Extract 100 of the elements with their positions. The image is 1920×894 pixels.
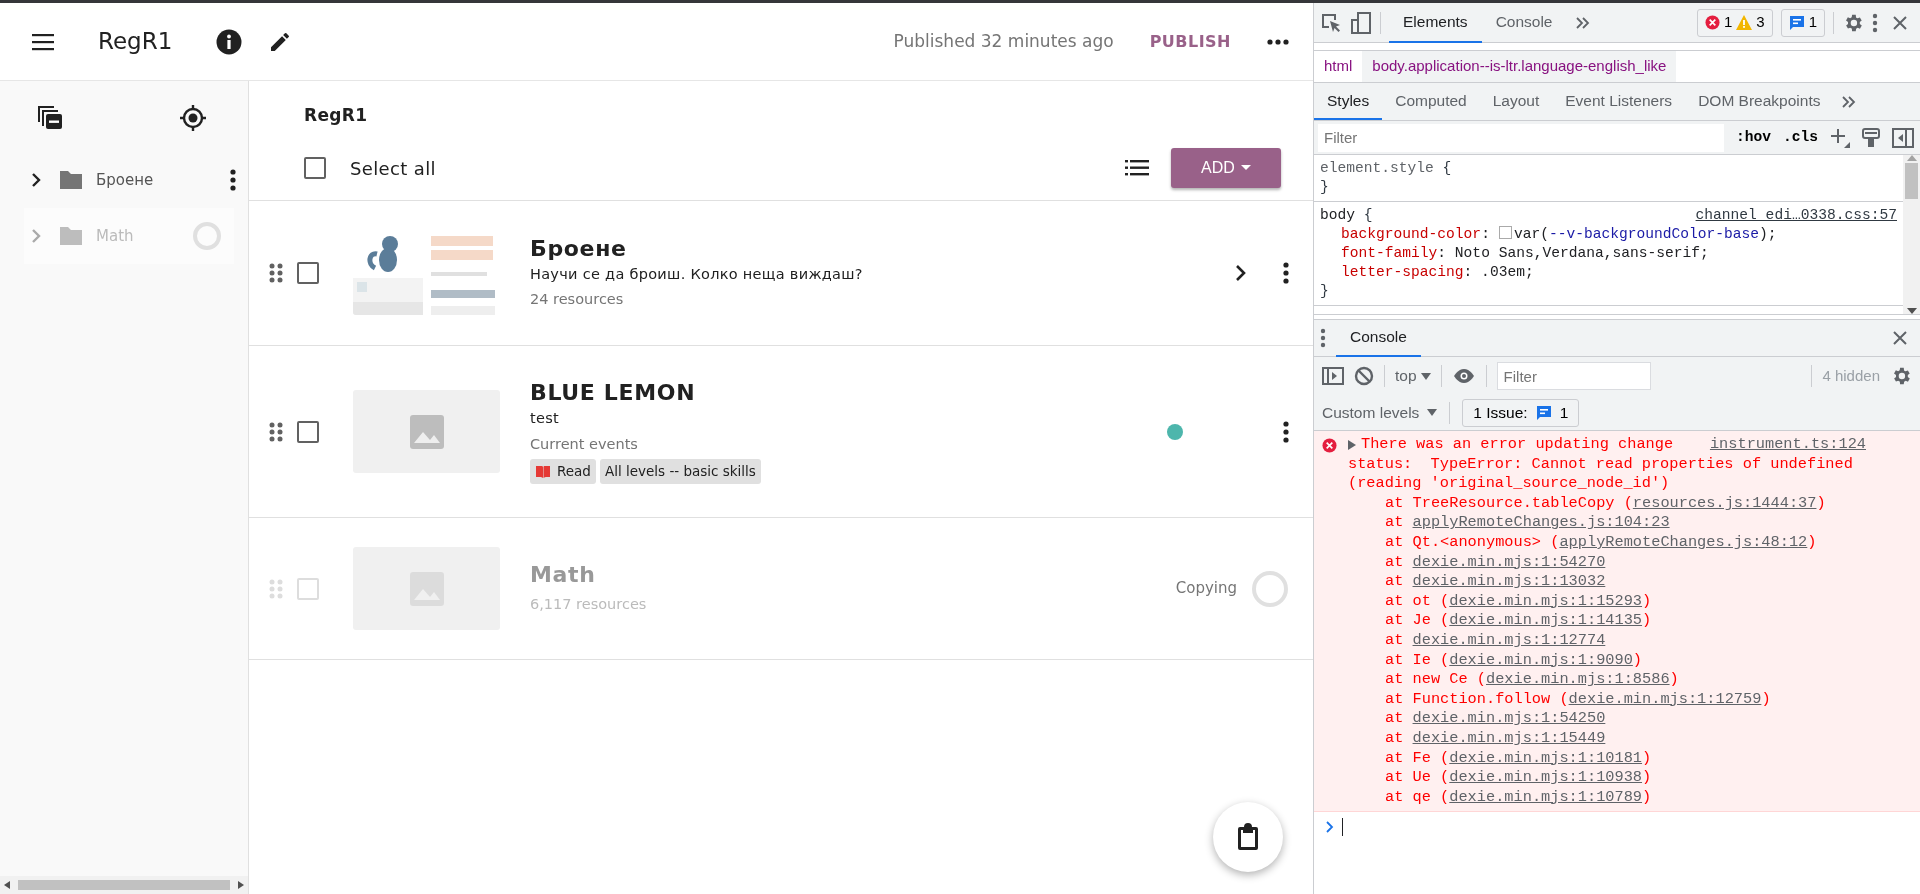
chevron-right-icon[interactable] [30, 172, 42, 188]
devtools-tab[interactable]: Elements [1389, 3, 1482, 43]
styles-tab[interactable]: Computed [1382, 83, 1480, 120]
source-link[interactable]: dexie.min.mjs:1:13032 [1412, 572, 1606, 591]
hover-state-toggle[interactable]: :hov [1735, 126, 1771, 149]
source-link[interactable]: dexie.min.mjs:1:10938 [1449, 768, 1643, 787]
clipboard-button[interactable] [1213, 802, 1283, 872]
select-all-checkbox[interactable] [304, 157, 326, 179]
source-link[interactable]: dexie.min.mjs:1:54270 [1412, 552, 1606, 571]
source-link[interactable]: dexie.min.mjs:1:15293 [1449, 591, 1643, 610]
css-brace: } [1320, 282, 1329, 301]
breadcrumb-item[interactable]: html [1314, 51, 1363, 82]
loading-spinner-icon [192, 221, 222, 251]
clear-console-icon[interactable] [1354, 366, 1374, 386]
source-link[interactable]: dexie.min.mjs:1:10181 [1449, 748, 1643, 767]
css-brace: } [1320, 178, 1329, 197]
scroll-left-icon[interactable] [4, 881, 10, 889]
scroll-right-icon[interactable] [238, 881, 244, 889]
error-count: 1 [1723, 12, 1733, 33]
console-filter-field[interactable]: Filter [1496, 362, 1651, 390]
stack-frame: at dexie.min.mjs:1:54270 [1385, 552, 1606, 573]
close-icon[interactable] [1892, 330, 1908, 346]
device-toolbar-icon[interactable] [1350, 11, 1372, 34]
log-levels-dropdown[interactable]: Custom levels [1322, 400, 1438, 425]
source-link[interactable]: dexie.min.mjs:1:12774 [1412, 630, 1606, 649]
scroll-down-icon[interactable] [1906, 308, 1917, 314]
source-link[interactable]: dexie.min.mjs:1:15449 [1412, 728, 1606, 747]
more-tabs-icon[interactable] [1574, 15, 1591, 30]
source-link[interactable]: dexie.min.mjs:1:8586 [1486, 670, 1670, 689]
source-link[interactable]: dexie.min.mjs:1:54250 [1412, 709, 1606, 728]
stack-frame: at applyRemoteChanges.js:104:23 [1385, 513, 1670, 533]
drag-handle-icon[interactable] [269, 421, 283, 442]
content-row[interactable]: Броене Научи се да броиш. Колко неща виждаш? 24 resources [249, 201, 1313, 346]
locate-icon[interactable] [178, 103, 208, 133]
more-vertical-icon[interactable] [230, 169, 236, 191]
source-link[interactable]: applyRemoteChanges.js:104:23 [1412, 513, 1670, 532]
stack-frame: at Ie (dexie.min.mjs:1:9090) [1385, 650, 1643, 671]
add-button[interactable]: ADD [1171, 148, 1281, 188]
styles-tab[interactable]: Layout [1479, 83, 1553, 120]
caret-icon [1420, 372, 1431, 380]
row-subtitle: 24 resources [530, 290, 625, 310]
stack-frame: at Ue (dexie.min.mjs:1:10938) [1385, 768, 1652, 788]
issues-button[interactable]: 1 Issue: 1 [1462, 398, 1580, 427]
add-rule-icon[interactable] [1830, 127, 1850, 148]
error-warning-counter[interactable]: 1 3 [1696, 8, 1773, 37]
issues-counter[interactable]: 1 [1780, 8, 1825, 37]
paint-roller-icon[interactable] [1862, 127, 1880, 148]
row-checkbox[interactable] [297, 262, 319, 284]
source-link[interactable]: applyRemoteChanges.js:48:12 [1559, 532, 1808, 551]
row-title: Броене [530, 234, 628, 263]
menu-icon[interactable] [32, 32, 56, 51]
styles-tab[interactable]: DOM Breakpoints [1685, 83, 1834, 120]
publish-button[interactable]: PUBLISH [1139, 23, 1241, 60]
styles-filter-field[interactable]: Filter [1318, 123, 1724, 152]
devtools-tab[interactable]: Console [1481, 3, 1567, 43]
scrollbar-thumb[interactable] [18, 880, 230, 890]
content-row[interactable]: BLUE LEMON test Current events Read All levels -- basic skills [249, 346, 1313, 518]
tree-item[interactable]: Броене [0, 152, 248, 208]
source-link[interactable]: instrument.ts:124 [1709, 435, 1866, 455]
source-link[interactable]: dexie.min.mjs:1:10789 [1449, 787, 1643, 806]
select-all-label: Select all [350, 156, 437, 181]
chevron-right-icon[interactable] [1235, 264, 1247, 282]
close-icon[interactable] [1892, 14, 1908, 31]
sidebar-toggle-icon[interactable] [1892, 127, 1914, 148]
publish-status: Published 32 minutes ago [893, 29, 1114, 53]
context-selector[interactable]: top [1395, 364, 1431, 388]
styles-tab[interactable]: Event Listeners [1552, 83, 1686, 120]
more-tabs-icon[interactable] [1841, 94, 1858, 109]
content-title: RegR1 [304, 104, 368, 128]
more-vertical-icon[interactable] [1283, 262, 1289, 284]
source-link[interactable]: dexie.min.mjs:1:9090 [1449, 650, 1633, 669]
sidebar-toggle-icon[interactable] [1322, 367, 1344, 385]
eye-icon[interactable] [1451, 368, 1476, 384]
row-description: test [530, 408, 560, 428]
warning-icon [1736, 15, 1753, 30]
stack-frame: at Je (dexie.min.mjs:1:14135) [1385, 611, 1652, 631]
caret-icon [1240, 165, 1251, 171]
list-view-icon[interactable] [1125, 159, 1149, 177]
expand-triangle-icon[interactable] [1348, 439, 1356, 450]
source-link[interactable]: dexie.min.mjs:1:12759 [1568, 689, 1762, 708]
source-link[interactable]: channel_edi…0338.css:57 [1695, 206, 1897, 225]
clipboard-icon [1237, 823, 1259, 851]
error-icon [1704, 15, 1720, 30]
stack-frame: at qe (dexie.min.mjs:1:10789) [1385, 787, 1652, 808]
source-link[interactable]: dexie.min.mjs:1:14135 [1449, 611, 1643, 630]
more-vertical-icon[interactable] [1283, 420, 1289, 443]
more-icon[interactable] [1267, 38, 1289, 45]
inspect-icon[interactable] [1320, 11, 1342, 34]
row-checkbox[interactable] [297, 420, 319, 443]
collapse-all-icon[interactable] [36, 103, 64, 131]
class-toggle[interactable]: .cls [1782, 126, 1818, 149]
book-icon [535, 464, 551, 479]
scrollbar-thumb[interactable] [1905, 163, 1918, 199]
color-swatch[interactable] [1498, 226, 1512, 239]
folder-icon [58, 169, 84, 191]
source-link[interactable]: resources.js:1444:37 [1632, 493, 1817, 512]
drag-handle-icon[interactable] [269, 263, 283, 283]
stack-frame: at new Ce (dexie.min.mjs:1:8586) [1385, 670, 1679, 690]
breadcrumb-item[interactable]: body.application--is-ltr.language-english_like [1362, 51, 1677, 82]
info-icon[interactable] [216, 28, 243, 55]
